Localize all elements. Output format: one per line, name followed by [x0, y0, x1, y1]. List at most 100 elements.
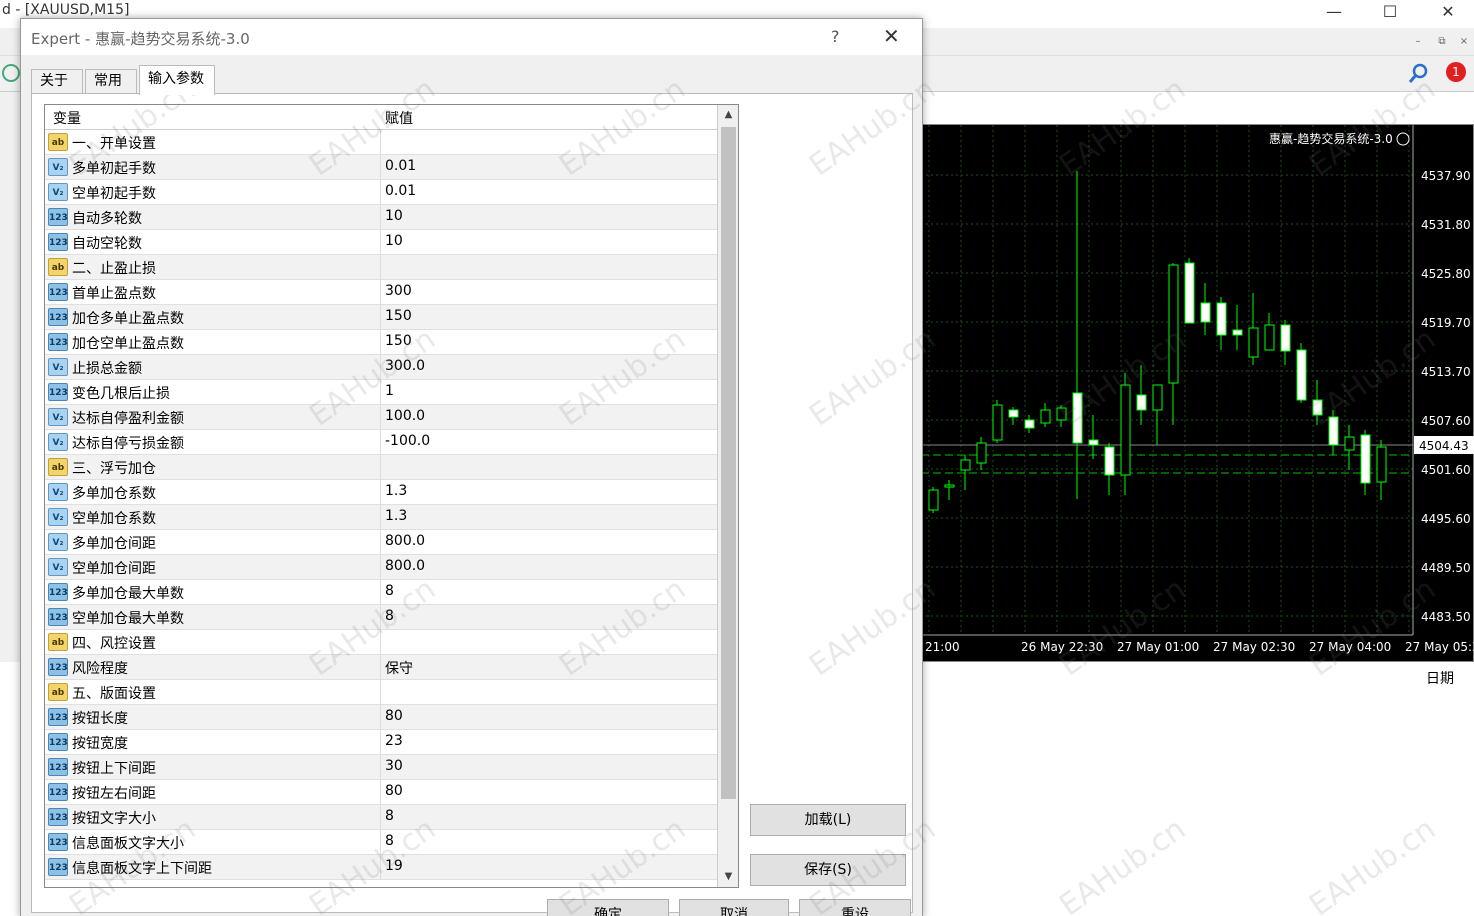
- parameter-value[interactable]: 保守: [385, 658, 413, 678]
- parameter-value[interactable]: 19: [385, 858, 403, 874]
- parameter-value[interactable]: 80: [385, 783, 403, 799]
- tab-common[interactable]: 常用: [85, 69, 137, 93]
- string-type-icon: ab: [48, 133, 68, 151]
- parameter-value[interactable]: 1.3: [385, 508, 407, 524]
- scroll-up-icon[interactable]: ▲: [718, 105, 738, 125]
- parameter-row[interactable]: 123 空单加仓最大单数 8: [45, 605, 717, 630]
- parameter-row[interactable]: 123 按钮上下间距 30: [45, 755, 717, 780]
- parameter-value[interactable]: 10: [385, 208, 403, 224]
- double-type-icon: V₂: [48, 433, 68, 451]
- tab-inputs[interactable]: 输入参数: [139, 65, 215, 95]
- parameter-value[interactable]: -100.0: [385, 433, 430, 449]
- parameter-value[interactable]: 150: [385, 308, 412, 324]
- parameter-row[interactable]: V₂ 多单加仓系数 1.3: [45, 480, 717, 505]
- candle-body: [960, 459, 971, 471]
- column-divider: [380, 780, 381, 805]
- parameter-name: 首单止盈点数: [72, 286, 156, 302]
- close-button[interactable]: ✕: [1428, 0, 1468, 26]
- parameter-value[interactable]: 23: [385, 733, 403, 749]
- candle-body: [1360, 434, 1371, 484]
- parameter-row[interactable]: V₂ 达标自停亏损金额 -100.0: [45, 430, 717, 455]
- ok-button[interactable]: 确定: [547, 899, 669, 916]
- column-divider: [380, 230, 381, 255]
- reset-button[interactable]: 重设: [799, 899, 911, 916]
- parameter-value[interactable]: 8: [385, 608, 394, 624]
- notification-badge[interactable]: 1: [1446, 62, 1466, 82]
- parameter-name: 三、浮亏加仓: [72, 461, 156, 477]
- parameter-row[interactable]: V₂ 空单加仓间距 800.0: [45, 555, 717, 580]
- save-button[interactable]: 保存(S): [750, 854, 906, 886]
- parameter-row[interactable]: 123 按钮左右间距 80: [45, 780, 717, 805]
- parameter-value[interactable]: 800.0: [385, 533, 425, 549]
- dialog-close-button[interactable]: ✕: [883, 24, 900, 48]
- parameter-value[interactable]: 8: [385, 833, 394, 849]
- parameter-row[interactable]: 123 风险程度 保守: [45, 655, 717, 680]
- parameter-row[interactable]: 123 自动空轮数 10: [45, 230, 717, 255]
- help-button[interactable]: ?: [831, 27, 840, 46]
- mdi-restore-button[interactable]: ⧉: [1434, 34, 1450, 50]
- parameter-value[interactable]: 30: [385, 758, 403, 774]
- integer-type-icon: 123: [48, 283, 68, 301]
- parameter-value[interactable]: 80: [385, 708, 403, 724]
- parameter-row[interactable]: 123 自动多轮数 10: [45, 205, 717, 230]
- parameter-row[interactable]: 123 按钮长度 80: [45, 705, 717, 730]
- parameter-row[interactable]: V₂ 止损总金额 300.0: [45, 355, 717, 380]
- parameter-row[interactable]: 123 信息面板文字大小 8: [45, 830, 717, 855]
- parameter-row[interactable]: 123 加仓空单止盈点数 150: [45, 330, 717, 355]
- mdi-minimize-button[interactable]: –: [1410, 34, 1426, 50]
- scroll-thumb[interactable]: [721, 127, 736, 799]
- parameter-row[interactable]: 123 首单止盈点数 300: [45, 280, 717, 305]
- column-divider: [380, 430, 381, 455]
- parameter-value[interactable]: 8: [385, 808, 394, 824]
- column-value[interactable]: 赋值: [385, 108, 413, 128]
- load-button[interactable]: 加载(L): [750, 804, 906, 836]
- candle-body: [992, 404, 1003, 441]
- parameter-value[interactable]: 1: [385, 383, 394, 399]
- vertical-scrollbar[interactable]: ▲ ▼: [717, 105, 738, 887]
- scroll-down-icon[interactable]: ▼: [718, 867, 738, 887]
- candle-body: [976, 442, 987, 464]
- parameter-row[interactable]: V₂ 多单初起手数 0.01: [45, 155, 717, 180]
- parameter-value[interactable]: 8: [385, 583, 394, 599]
- cancel-button[interactable]: 取消: [679, 899, 789, 916]
- parameter-row[interactable]: ab 一、开单设置: [45, 130, 717, 155]
- parameter-row[interactable]: V₂ 达标自停盈利金额 100.0: [45, 405, 717, 430]
- parameter-value[interactable]: 300: [385, 283, 412, 299]
- column-variable[interactable]: 变量: [53, 108, 81, 128]
- parameter-value[interactable]: 150: [385, 333, 412, 349]
- integer-type-icon: 123: [48, 608, 68, 626]
- parameter-value[interactable]: 300.0: [385, 358, 425, 374]
- parameter-value[interactable]: 100.0: [385, 408, 425, 424]
- parameter-row[interactable]: ab 三、浮亏加仓: [45, 455, 717, 480]
- parameter-row[interactable]: 123 按钮宽度 23: [45, 730, 717, 755]
- minimize-button[interactable]: —: [1314, 0, 1354, 26]
- tab-about[interactable]: 关于: [31, 69, 83, 93]
- column-divider: [380, 580, 381, 605]
- date-column-header[interactable]: 日期: [1426, 668, 1454, 688]
- parameter-row[interactable]: V₂ 空单加仓系数 1.3: [45, 505, 717, 530]
- parameter-row[interactable]: V₂ 空单初起手数 0.01: [45, 180, 717, 205]
- search-icon[interactable]: [1408, 62, 1430, 84]
- parameter-value[interactable]: 10: [385, 233, 403, 249]
- parameter-row[interactable]: 123 按钮文字大小 8: [45, 805, 717, 830]
- parameter-row[interactable]: V₂ 多单加仓间距 800.0: [45, 530, 717, 555]
- parameter-row[interactable]: ab 二、止盈止损: [45, 255, 717, 280]
- parameter-value[interactable]: 800.0: [385, 558, 425, 574]
- parameter-value[interactable]: 1.3: [385, 483, 407, 499]
- candle-body: [1312, 399, 1323, 416]
- integer-type-icon: 123: [48, 733, 68, 751]
- parameter-row[interactable]: ab 四、风控设置: [45, 630, 717, 655]
- parameter-row[interactable]: 123 加仓多单止盈点数 150: [45, 305, 717, 330]
- parameter-row[interactable]: 123 变色几根后止损 1: [45, 380, 717, 405]
- price-chart[interactable]: 4537.90 4531.80 4525.80 4519.70 4513.70 4507.…: [920, 124, 1474, 662]
- time-tick-label: 27 May 04:00: [1309, 640, 1391, 654]
- parameter-row[interactable]: ab 五、版面设置: [45, 680, 717, 705]
- parameter-value[interactable]: 0.01: [385, 183, 416, 199]
- parameter-row[interactable]: 123 多单加仓最大单数 8: [45, 580, 717, 605]
- mdi-close-button[interactable]: ×: [1456, 34, 1472, 50]
- parameter-value[interactable]: 0.01: [385, 158, 416, 174]
- parameter-row[interactable]: 123 信息面板文字上下间距 19: [45, 855, 717, 880]
- maximize-button[interactable]: ☐: [1370, 0, 1410, 26]
- integer-type-icon: 123: [48, 858, 68, 876]
- price-tick-label: 4489.50: [1421, 561, 1471, 575]
